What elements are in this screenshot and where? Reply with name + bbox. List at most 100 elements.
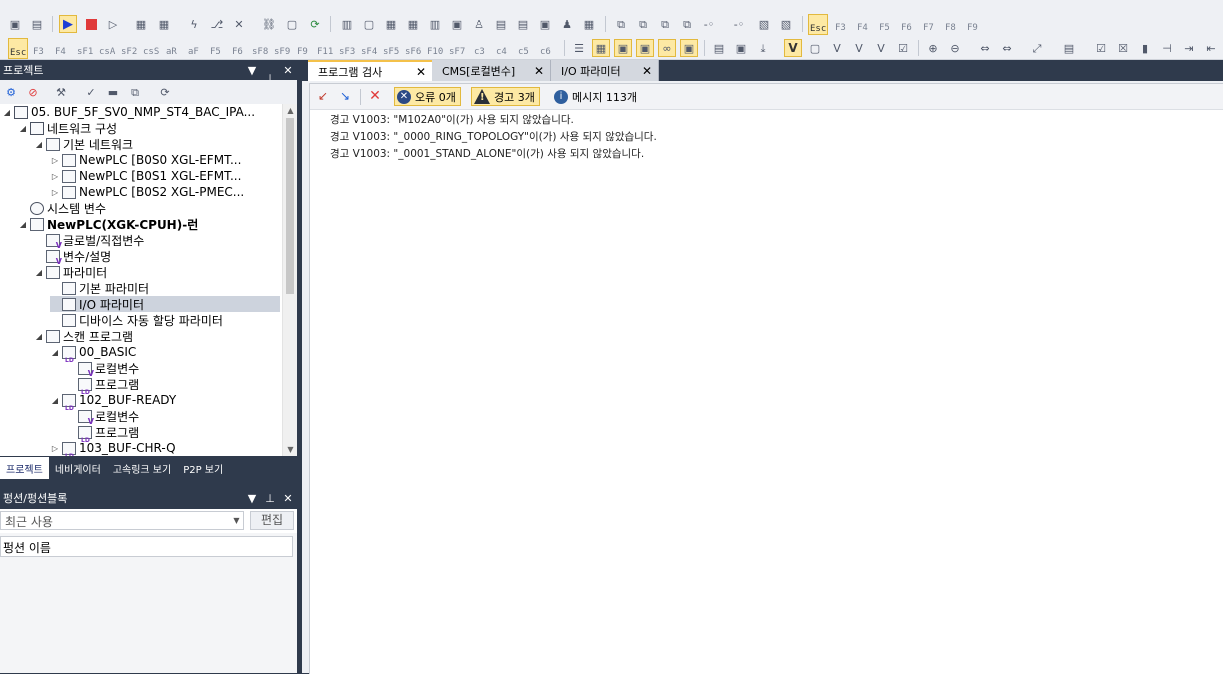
bookmark-icon[interactable]: ▧: [777, 15, 795, 33]
fkey-f5[interactable]: F5: [879, 14, 890, 33]
io-icon[interactable]: ▦: [382, 15, 400, 33]
function-name-column-header[interactable]: 펑션 이름: [0, 536, 293, 557]
tree-item[interactable]: ◢ 기본 네트워크: [34, 136, 133, 152]
tree-item[interactable]: 로컬변수: [66, 408, 139, 426]
dropdown-icon[interactable]: ▼: [243, 492, 261, 505]
fkey-f9[interactable]: F9: [297, 38, 308, 57]
expander-icon[interactable]: ◢: [50, 348, 60, 357]
bookmark-icon[interactable]: ⊣: [1158, 39, 1176, 57]
grid-icon[interactable]: ▦: [592, 39, 610, 57]
fkey-af[interactable]: aF: [188, 38, 199, 57]
var-icon[interactable]: V: [872, 39, 890, 57]
collapse-icon[interactable]: ⇔: [998, 39, 1016, 57]
fkey-sf6[interactable]: sF6: [405, 38, 421, 57]
link-icon[interactable]: ⛓: [260, 15, 278, 33]
cpu-icon[interactable]: ▢: [806, 39, 824, 57]
uncheck-icon[interactable]: ☒: [1114, 39, 1132, 57]
expander-icon[interactable]: ◢: [18, 124, 28, 133]
window-icon[interactable]: ▣: [614, 39, 632, 57]
close-icon[interactable]: ✕: [279, 64, 297, 77]
connect-icon[interactable]: ▢: [283, 15, 301, 33]
fkey-f7[interactable]: F7: [923, 14, 934, 33]
scroll-up-icon[interactable]: ▲: [283, 106, 298, 115]
tab-p2p[interactable]: P2P 보기: [177, 457, 229, 479]
chevron-down-icon[interactable]: ▼: [230, 512, 243, 529]
function-filter-select[interactable]: 최근 사용: [0, 511, 244, 530]
refresh-icon[interactable]: ⟳: [156, 83, 174, 101]
settings-icon[interactable]: ▦: [580, 15, 598, 33]
coil-icon[interactable]: -◦: [700, 15, 718, 33]
online-icon[interactable]: ▤: [28, 15, 46, 33]
scroll-down-icon[interactable]: ▼: [283, 445, 298, 454]
list-item[interactable]: 경고 V1003: "_0000_RING_TOPOLOGY"이(가) 사용 되…: [330, 129, 657, 146]
comment-icon[interactable]: ▤: [1060, 39, 1078, 57]
message-filter-button[interactable]: i 메시지 113개: [554, 87, 637, 106]
debug-icon[interactable]: ϟ: [185, 15, 203, 33]
fkey-f5[interactable]: F5: [210, 38, 221, 57]
io-icon[interactable]: ▦: [404, 15, 422, 33]
fkey-f11[interactable]: F11: [317, 38, 333, 57]
monitor-icon[interactable]: ▣: [6, 15, 24, 33]
tree-item[interactable]: ◢ 00_BASIC: [50, 344, 136, 364]
clear-icon[interactable]: ✕: [230, 15, 248, 33]
copy-icon[interactable]: ⧉: [678, 15, 696, 33]
verify-icon[interactable]: V: [784, 39, 802, 57]
goto-icon[interactable]: ⇥: [1180, 39, 1198, 57]
tree-item[interactable]: ◢ 05. BUF_5F_SV0_NMP_ST4_BAC_IPA...: [2, 104, 255, 120]
fkey-f4[interactable]: F4: [55, 38, 66, 57]
expander-icon[interactable]: ▷: [50, 156, 60, 165]
fkey-sf9[interactable]: sF9: [274, 38, 290, 57]
fkey-css[interactable]: csS: [143, 38, 159, 57]
error-filter-button[interactable]: ✕ 오류 0개: [394, 87, 461, 106]
fkey-c3[interactable]: c3: [474, 38, 485, 57]
prev-message-icon[interactable]: ↙: [314, 87, 332, 105]
chart-icon[interactable]: ▤: [492, 15, 510, 33]
close-icon[interactable]: ✕: [416, 65, 426, 79]
fkey-f6[interactable]: F6: [901, 14, 912, 33]
ladder-icon[interactable]: ▥: [338, 15, 356, 33]
expand-icon[interactable]: ⇔: [976, 39, 994, 57]
expander-icon[interactable]: ◢: [50, 396, 60, 405]
write-plc-icon[interactable]: ▦: [132, 15, 150, 33]
fkey-f4[interactable]: F4: [857, 14, 868, 33]
window-icon[interactable]: ▣: [636, 39, 654, 57]
page-icon[interactable]: ▤: [710, 39, 728, 57]
zoom-in-icon[interactable]: ⊕: [924, 39, 942, 57]
tree-scrollbar[interactable]: ▲ ▼: [282, 104, 298, 456]
expander-icon[interactable]: ◢: [2, 108, 12, 117]
fkey-esc[interactable]: Esc: [808, 14, 829, 35]
tree-item[interactable]: 시스템 변수: [18, 200, 106, 216]
close-icon[interactable]: ✕: [642, 64, 652, 78]
goto-icon[interactable]: ⇤: [1202, 39, 1220, 57]
fkey-sf8[interactable]: sF8: [252, 38, 268, 57]
scrollbar-thumb[interactable]: [286, 118, 294, 294]
stop-button[interactable]: [82, 15, 100, 33]
copy-icon[interactable]: ⧉: [612, 15, 630, 33]
expander-icon[interactable]: ◢: [18, 220, 28, 229]
tree-item[interactable]: ▷ 103_BUF-CHR-Q: [50, 440, 176, 456]
pause-button[interactable]: ▷: [104, 15, 122, 33]
module-icon[interactable]: ▣: [448, 15, 466, 33]
bookmark-icon[interactable]: ▮: [1136, 39, 1154, 57]
fkey-csa[interactable]: csA: [99, 38, 115, 57]
tab-cms-local-var[interactable]: CMS[로컬변수] ✕: [432, 60, 551, 81]
fkey-c6[interactable]: c6: [540, 38, 551, 57]
warning-filter-button[interactable]: 경고 3개: [471, 87, 540, 106]
tab-project[interactable]: 프로젝트: [0, 457, 49, 479]
tree-item[interactable]: 변수/설명: [34, 248, 111, 266]
users-icon[interactable]: ♟: [558, 15, 576, 33]
next-message-icon[interactable]: ↘: [336, 87, 354, 105]
fkey-ar[interactable]: aR: [166, 38, 177, 57]
download-icon[interactable]: ⤓: [754, 39, 772, 57]
link-view-icon[interactable]: ∞: [658, 39, 676, 57]
run-button[interactable]: ▶: [59, 15, 77, 33]
dropdown-icon[interactable]: ▼: [243, 64, 261, 77]
expander-icon[interactable]: ▷: [50, 444, 60, 453]
list-item[interactable]: 경고 V1003: "_0001_STAND_ALONE"이(가) 사용 되지 …: [330, 146, 657, 163]
close-icon[interactable]: ✕: [534, 64, 544, 78]
fkey-f3[interactable]: F3: [33, 38, 44, 57]
fkey-f10[interactable]: F10: [427, 38, 443, 57]
clear-messages-icon[interactable]: ✕: [366, 87, 384, 105]
edit-button[interactable]: 편집: [250, 511, 294, 530]
fkey-c4[interactable]: c4: [496, 38, 507, 57]
